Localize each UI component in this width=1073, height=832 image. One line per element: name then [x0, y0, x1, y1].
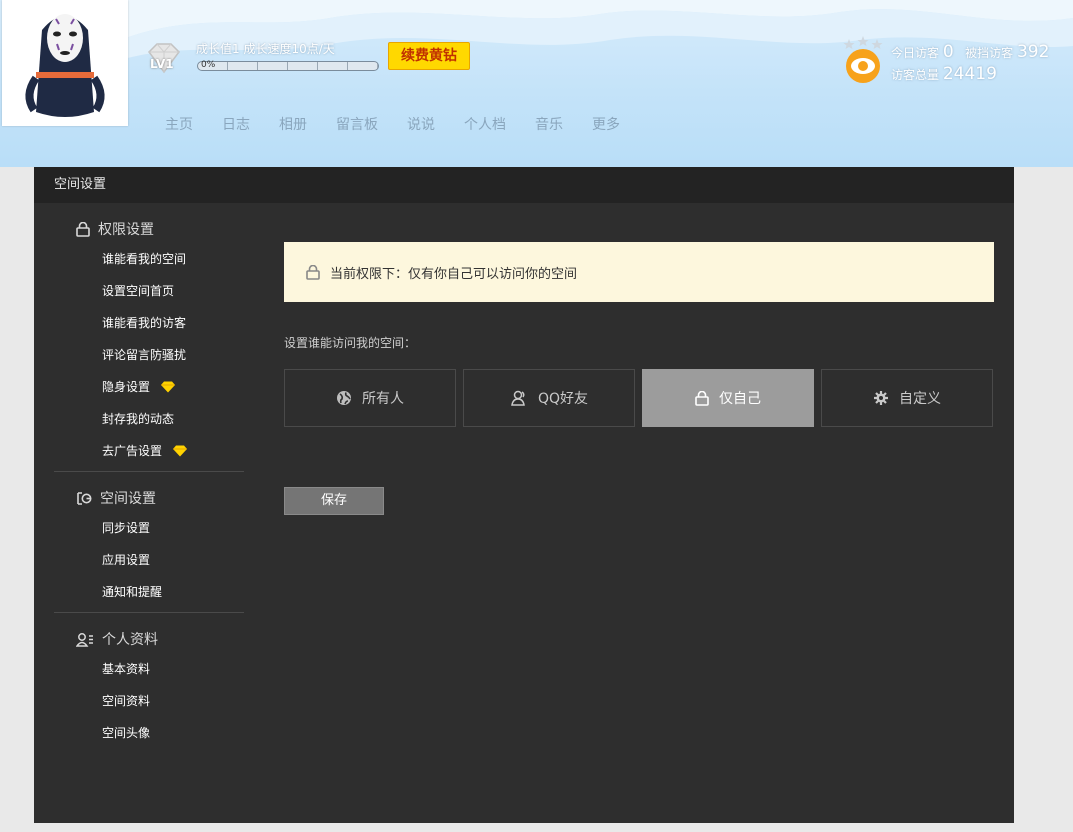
visitor-stats-line2: 访客总量 24419: [891, 64, 997, 84]
sidebar-item-anti-harassment[interactable]: 评论留言防骚扰: [54, 339, 244, 371]
nav-item-status[interactable]: 说说: [407, 114, 435, 134]
option-label: QQ好友: [537, 391, 589, 407]
sidebar-item-space-profile[interactable]: 空间资料: [54, 685, 244, 717]
option-label: 仅自己: [719, 391, 761, 407]
today-visitors-label: 今日访客: [891, 46, 940, 60]
sidebar-item-label: 设置空间首页: [102, 284, 175, 298]
settings-panel: 空间设置 权限设置 谁能看我的空间 设置空间首页 谁能看我的访客 评论留言防骚扰…: [34, 167, 1014, 823]
option-qq-friends[interactable]: QQ好友: [463, 369, 635, 427]
nav-item-home[interactable]: 主页: [165, 114, 193, 134]
option-label: 自定义: [899, 391, 941, 407]
sidebar-group-space-settings[interactable]: 空间设置: [54, 486, 244, 510]
sidebar-item-homepage[interactable]: 设置空间首页: [54, 275, 244, 307]
today-visitors-count[interactable]: 0: [943, 42, 954, 62]
save-button[interactable]: 保存: [284, 487, 384, 515]
growth-info: 成长值1 成长速度10点/天: [196, 42, 335, 56]
sidebar-item-who-can-see-visitors[interactable]: 谁能看我的访客: [54, 307, 244, 339]
nav-item-message-board[interactable]: 留言板: [336, 114, 378, 134]
total-visitors-count[interactable]: 24419: [943, 64, 997, 84]
sidebar-item-invisible[interactable]: 隐身设置: [54, 371, 244, 403]
sidebar-item-label: 评论留言防骚扰: [102, 348, 187, 362]
total-visitors-label: 访客总量: [891, 68, 940, 82]
nav-item-blog[interactable]: 日志: [222, 114, 250, 134]
sidebar-item-label: 封存我的动态: [102, 412, 175, 426]
lock-icon: [76, 221, 90, 237]
blocked-visitors-count[interactable]: 392: [1017, 42, 1049, 62]
sidebar-item-label: 空间头像: [102, 726, 151, 740]
level-label: LV1: [150, 57, 174, 71]
yellow-diamond-icon: [161, 381, 176, 393]
sidebar-item-label: 通知和提醒: [102, 585, 163, 599]
profile-icon: [76, 632, 93, 647]
sidebar-item-label: 同步设置: [102, 521, 151, 535]
gear-icon: [874, 391, 888, 405]
nav-item-music[interactable]: 音乐: [535, 114, 563, 134]
space-settings-icon: [77, 491, 92, 505]
sidebar-item-label: 谁能看我的空间: [102, 252, 187, 266]
access-setting-label: 设置谁能访问我的空间：: [284, 336, 417, 350]
nav-item-more[interactable]: 更多: [592, 114, 620, 134]
growth-progress-label: 0%: [201, 60, 216, 70]
sidebar-item-space-avatar[interactable]: 空间头像: [54, 717, 244, 749]
visitor-stats-line1: 今日访客 0 被挡访客 392: [891, 42, 1049, 62]
growth-progress-bar: [197, 61, 379, 71]
sidebar-group-label: 个人资料: [102, 632, 158, 648]
main-nav: 主页 日志 相册 留言板 说说 个人档 音乐 更多: [165, 114, 649, 134]
settings-sidebar: 权限设置 谁能看我的空间 设置空间首页 谁能看我的访客 评论留言防骚扰 隐身设置…: [54, 203, 244, 749]
sidebar-item-label: 隐身设置: [102, 380, 151, 394]
sidebar-divider: [54, 612, 244, 613]
panel-title: 空间设置: [34, 167, 1014, 203]
sidebar-divider: [54, 471, 244, 472]
permission-notice: 当前权限下：仅有你自己可以访问你的空间: [284, 242, 994, 302]
lock-icon: [695, 390, 709, 406]
progress-ticks: [198, 62, 378, 70]
permission-notice-text: 当前权限下：仅有你自己可以访问你的空间: [330, 266, 578, 282]
sidebar-item-apps[interactable]: 应用设置: [54, 544, 244, 576]
renew-yellow-diamond-button[interactable]: 续费黄钻: [388, 42, 470, 70]
sidebar-item-remove-ads[interactable]: 去广告设置: [54, 435, 244, 467]
friends-icon: [511, 390, 525, 406]
option-everyone[interactable]: 所有人: [284, 369, 456, 427]
visitor-eye-icon[interactable]: [842, 36, 884, 84]
access-options: 所有人 QQ好友 仅自己 自定义: [284, 369, 1000, 427]
globe-icon: [337, 391, 351, 405]
sidebar-group-label: 空间设置: [100, 491, 156, 507]
sidebar-item-label: 空间资料: [102, 694, 151, 708]
lock-icon: [306, 264, 320, 280]
option-label: 所有人: [362, 391, 404, 407]
profile-header: LV1 成长值1 成长速度10点/天 0% 续费黄钻 主页 日志 相册 留言板 …: [0, 0, 1073, 167]
option-custom[interactable]: 自定义: [821, 369, 993, 427]
sidebar-group-label: 权限设置: [98, 222, 154, 238]
avatar[interactable]: [2, 0, 128, 126]
sidebar-item-label: 基本资料: [102, 662, 151, 676]
sidebar-item-label: 应用设置: [102, 553, 151, 567]
sidebar-item-sync[interactable]: 同步设置: [54, 512, 244, 544]
sidebar-item-label: 谁能看我的访客: [102, 316, 187, 330]
no-face-avatar-image: [25, 14, 105, 117]
nav-item-profile[interactable]: 个人档: [464, 114, 506, 134]
option-only-me[interactable]: 仅自己: [642, 369, 814, 427]
sidebar-item-archive-feed[interactable]: 封存我的动态: [54, 403, 244, 435]
nav-item-album[interactable]: 相册: [279, 114, 307, 134]
sidebar-item-notifications[interactable]: 通知和提醒: [54, 576, 244, 608]
sidebar-item-basic-profile[interactable]: 基本资料: [54, 653, 244, 685]
sidebar-group-profile[interactable]: 个人资料: [54, 627, 244, 651]
blocked-visitors-label: 被挡访客: [965, 46, 1014, 60]
sidebar-group-permissions[interactable]: 权限设置: [54, 217, 244, 241]
sidebar-item-label: 去广告设置: [102, 444, 163, 458]
yellow-diamond-icon: [173, 445, 188, 457]
sidebar-item-who-can-see-space[interactable]: 谁能看我的空间: [54, 243, 244, 275]
